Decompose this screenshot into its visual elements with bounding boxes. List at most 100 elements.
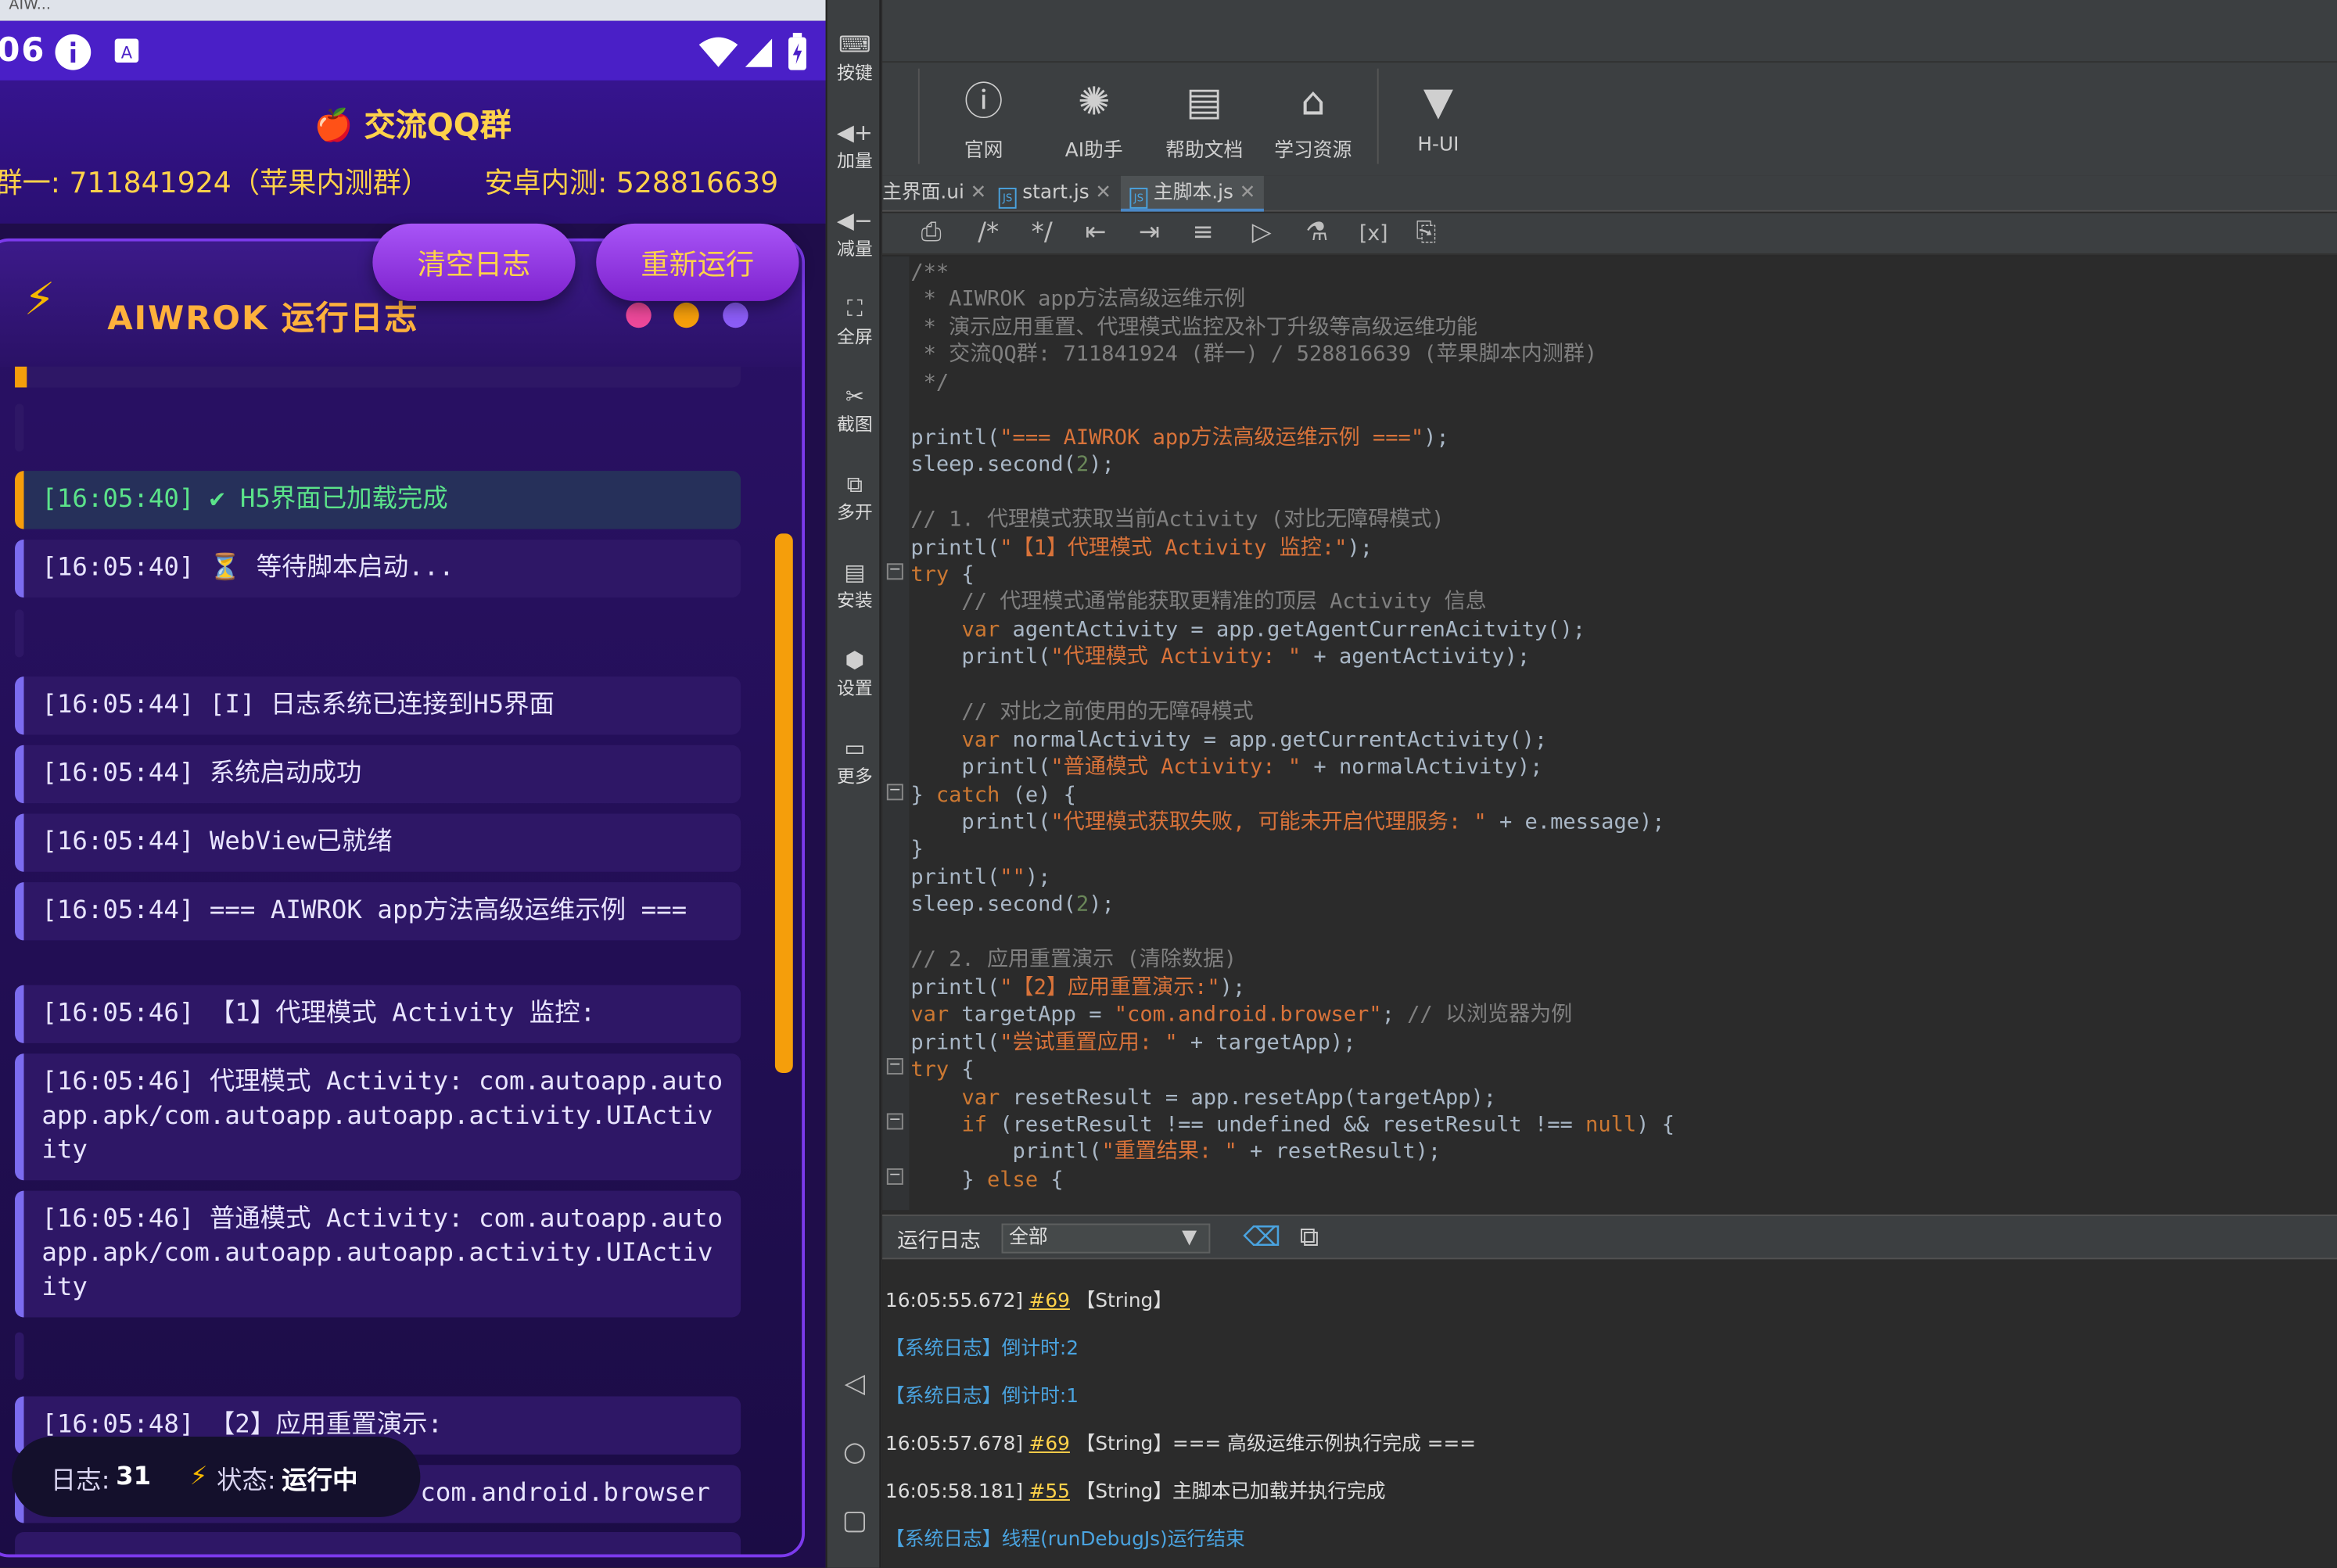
code-line: } else { — [910, 1168, 1064, 1193]
volume-down-button[interactable]: ◀− 减量 — [827, 206, 883, 261]
android-status-bar: 06 A — [0, 20, 826, 81]
code-line: printl(""); — [910, 865, 1051, 890]
keyboard-icon: ⌨ — [838, 31, 871, 59]
h-ui-button[interactable]: ▼ H-UI — [1384, 77, 1492, 156]
log-item: [16:05:44] === AIWROK app方法高级运维示例 === — [15, 882, 741, 941]
log-filter-select[interactable]: 全部 ▼ — [1001, 1223, 1211, 1254]
recents-nav-icon[interactable]: ▢ — [827, 1505, 883, 1537]
log-count-label: 日志: — [50, 1466, 110, 1496]
console-text: 【String】 — [1075, 1290, 1173, 1313]
tab-start-js[interactable]: JS start.js ✕ — [998, 176, 1111, 212]
chevron-down-icon: ▼ — [1182, 1226, 1197, 1249]
multi-open-button[interactable]: ⧉ 多开 — [827, 469, 883, 525]
status-pill: 日志: 31 ⚡ 状态: 运行中 — [12, 1436, 421, 1517]
ai-assistant-button[interactable]: ✺ AI助手 — [1040, 77, 1147, 163]
sidebar-label: 减量 — [836, 238, 873, 260]
print-icon[interactable]: ⎙ — [921, 217, 942, 247]
line-link[interactable]: #69 — [1029, 1433, 1070, 1456]
console-time: 16:05:58.181] — [885, 1481, 1024, 1504]
code-line: * 交流QQ群: 711841924 (群一) / 528816639 (苹果脚… — [910, 343, 1598, 368]
console-text: 【String】=== 高级运维示例执行完成 === — [1075, 1433, 1477, 1456]
clear-log-button[interactable]: 清空日志 — [372, 223, 576, 301]
back-nav-icon[interactable]: ◁ — [827, 1368, 883, 1399]
log-list[interactable]: [16:05:40] ✔ H5界面已加载完成 [16:05:40] ⏳ 等待脚本… — [0, 366, 802, 1555]
header-title: 🍎 交流QQ群 — [314, 107, 512, 143]
help-docs-button[interactable]: ▤ 帮助文档 — [1151, 77, 1258, 163]
settings-icon: ⬢ — [845, 647, 865, 674]
code-editor[interactable]: − − − − − /** * AIWROK app方法高级运维示例 * 演示应… — [882, 256, 2337, 1211]
comment-start-icon[interactable]: /* — [978, 217, 999, 247]
learning-resources-button[interactable]: ⌂ 学习资源 — [1259, 77, 1366, 163]
close-icon[interactable]: ✕ — [1240, 181, 1256, 204]
console-line: 【系统日志】线程(runDebugJs)运行结束 — [885, 1529, 1245, 1552]
fold-icon[interactable]: − — [886, 1057, 903, 1075]
sidebar-label: 按键 — [836, 63, 873, 84]
code-line: var resetResult = app.resetApp(targetApp… — [961, 1085, 1497, 1110]
outdent-icon[interactable]: ⇤ — [1085, 217, 1106, 247]
toolbar-divider — [917, 68, 920, 164]
state-value: 运行中 — [282, 1466, 358, 1496]
toolbar-label: 帮助文档 — [1165, 140, 1244, 163]
close-icon[interactable]: ✕ — [971, 181, 987, 204]
log-item-partial — [15, 366, 741, 388]
notification-icon: A — [114, 38, 139, 63]
code-line: } — [910, 838, 924, 863]
log-item: [16:05:46] 【1】代理模式 Activity 监控: — [15, 985, 741, 1043]
log-scrollbar[interactable] — [774, 533, 793, 1074]
code-line: */ — [910, 371, 950, 395]
settings-button[interactable]: ⬢ 设置 — [827, 645, 883, 701]
console-line: 【系统日志】倒计时:2 — [885, 1338, 1079, 1361]
home-nav-icon[interactable]: ○ — [827, 1437, 883, 1468]
clear-broom-icon[interactable]: ⌫ — [1243, 1222, 1281, 1254]
editor-tabs: 主界面.ui ✕ JS start.js ✕ JS 主脚本.js ✕ — [882, 175, 2337, 212]
fold-icon[interactable]: − — [886, 783, 903, 801]
variable-icon[interactable]: [x] — [1359, 222, 1388, 246]
line-link[interactable]: #55 — [1029, 1481, 1070, 1504]
rerun-button[interactable]: 重新运行 — [596, 223, 799, 301]
volume-up-button[interactable]: ◀+ 加量 — [827, 118, 883, 174]
fold-icon[interactable]: − — [886, 1113, 903, 1130]
fold-icon[interactable]: − — [886, 562, 903, 580]
code-line: * AIWROK app方法高级运维示例 — [910, 288, 1246, 313]
export-icon[interactable]: ⧉ — [1300, 1222, 1319, 1254]
volume-down-icon: ◀− — [836, 206, 873, 235]
format-icon[interactable]: ≡ — [1192, 217, 1213, 247]
line-link[interactable]: #69 — [1029, 1290, 1070, 1313]
tab-main-script-js[interactable]: JS 主脚本.js ✕ — [1121, 175, 1265, 212]
install-button[interactable]: ▤ 安装 — [827, 558, 883, 613]
fold-icon[interactable]: − — [886, 1168, 903, 1185]
sidebar-label: 截图 — [836, 414, 873, 436]
toolbar-divider — [1377, 68, 1379, 164]
code-line: printl("代理模式获取失败, 可能未开启代理服务: " + e.messa… — [910, 810, 1665, 835]
log-panel-title: AIWROK 运行日志 — [107, 300, 419, 339]
run-icon[interactable]: ▷ — [1252, 217, 1272, 247]
close-icon[interactable]: ✕ — [1095, 181, 1111, 204]
clipboard-icon[interactable]: ⎘ — [1416, 217, 1436, 247]
console-line: 【系统日志】倒计时:1 — [885, 1386, 1079, 1408]
more-button[interactable]: ▭ 更多 — [827, 734, 883, 789]
ai-icon: ✺ — [1077, 80, 1111, 126]
comment-end-icon[interactable]: */ — [1032, 217, 1053, 247]
code-line: // 对比之前使用的无障碍模式 — [910, 700, 1254, 725]
code-line: } catch (e) { — [910, 783, 1076, 807]
screenshot-button[interactable]: ✂ 截图 — [827, 382, 883, 437]
fullscreen-button[interactable]: ⛶ 全屏 — [827, 293, 883, 349]
state-label: 状态: — [216, 1466, 276, 1496]
qq-group-header: 🍎 交流QQ群 群一: 711841924（苹果内测群） 安卓内测: 52881… — [0, 80, 826, 224]
sidebar-label: 全屏 — [836, 326, 873, 348]
code-line: printl("普通模式 Activity: " + normalActivit… — [910, 755, 1543, 780]
window-title: AIW... — [9, 0, 51, 14]
tab-main-ui[interactable]: 主界面.ui ✕ — [882, 176, 986, 212]
toolbar-label: 学习资源 — [1274, 140, 1352, 163]
sidebar-label: 安装 — [836, 590, 873, 612]
toolbar-label: 官网 — [964, 140, 1003, 163]
log-item: [16:05:46] 代理模式 Activity: com.autoapp.au… — [15, 1053, 741, 1181]
log-item: [16:05:40] ⏳ 等待脚本启动... — [15, 539, 741, 598]
run-log-console[interactable]: 16:05:55.672] #69 【String】 【系统日志】倒计时:2 【系统… — [882, 1261, 2337, 1568]
keys-button[interactable]: ⌨ 按键 — [827, 30, 883, 85]
android-beta-number: 安卓内测: 528816639 — [484, 167, 779, 200]
website-button[interactable]: ⓘ 官网 — [930, 77, 1037, 163]
flask-icon[interactable]: ⚗ — [1305, 217, 1328, 247]
indent-icon[interactable]: ⇥ — [1139, 217, 1160, 247]
code-line: try { — [910, 563, 975, 587]
